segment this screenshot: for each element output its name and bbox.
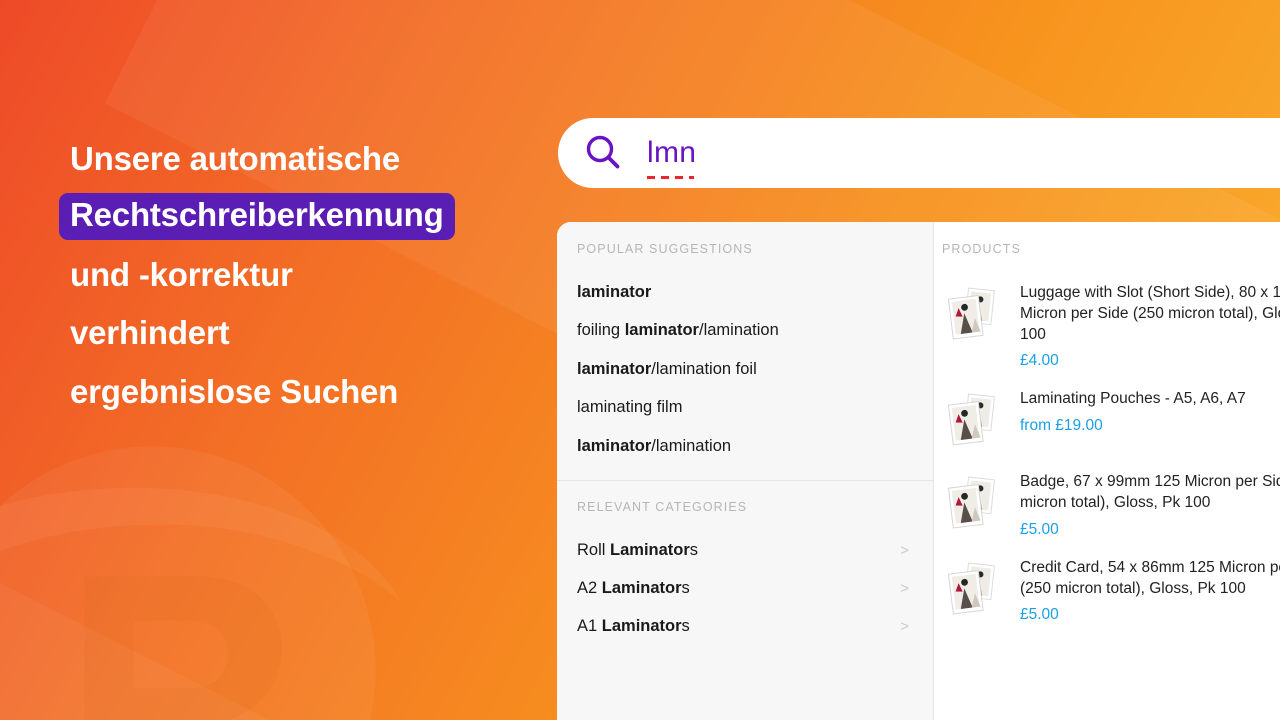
brand-watermark-r-logo (0, 446, 402, 720)
product-thumbnail-icon (947, 476, 995, 529)
category-match: Laminator (601, 579, 682, 598)
suggestion-match: laminator (577, 359, 652, 378)
product-info: Laminating Pouches - A5, A6, A7 from £19… (1004, 389, 1246, 435)
search-input-value: lmn (647, 136, 697, 169)
suggestion-item[interactable]: laminator/lamination (557, 428, 933, 466)
product-item[interactable]: Badge, 67 x 99mm 125 Micron per Side (25… (942, 463, 1280, 549)
products-list: Luggage with Slot (Short Side), 80 x 120… (934, 274, 1280, 634)
suggestion-prefix: foiling (577, 321, 625, 340)
headline-line-1: Unsere automatische (70, 140, 400, 177)
headline: Unsere automatische Rechtschreiberkennun… (59, 130, 540, 422)
product-item[interactable]: Luggage with Slot (Short Side), 80 x 120… (942, 274, 1280, 380)
suggestion-match: laminator (577, 436, 652, 455)
category-prefix: Roll (577, 541, 611, 560)
category-label: A2 Laminators (577, 579, 690, 598)
category-prefix: A1 (577, 617, 602, 636)
popular-suggestions-list: laminator foiling laminator/lamination l… (557, 274, 933, 466)
category-item-a2-laminators[interactable]: A2 Laminators > (557, 570, 933, 608)
promo-banner: Unsere automatische Rechtschreiberkennun… (0, 0, 1280, 720)
product-item[interactable]: Laminating Pouches - A5, A6, A7 from £19… (942, 380, 1280, 463)
suggestion-suffix: /lamination (651, 436, 732, 455)
category-match: Laminator (610, 541, 690, 560)
headline-line-5: ergebnislose Suchen (70, 373, 399, 411)
category-label: Roll Laminators (577, 541, 698, 560)
chevron-right-icon[interactable]: > (900, 542, 909, 559)
popular-suggestions-label: POPULAR SUGGESTIONS (577, 242, 753, 256)
products-column: PRODUCTS Luggage with Slot (Short Side),… (934, 222, 1280, 720)
search-icon[interactable] (583, 133, 623, 173)
headline-line-3: und -korrektur (70, 255, 293, 293)
search-suggestions-dropdown: POPULAR SUGGESTIONS laminator foiling la… (557, 222, 1280, 720)
search-input[interactable]: lmn (647, 136, 697, 179)
product-info: Credit Card, 54 x 86mm 125 Micron per Si… (1004, 558, 1280, 625)
product-price: £5.00 (1020, 606, 1059, 624)
product-title: Badge, 67 x 99mm 125 Micron per Side (25… (1020, 473, 1280, 512)
suggestion-suffix: /lamination foil (651, 359, 757, 378)
suggestion-match: laminator (624, 321, 699, 340)
suggestion-item[interactable]: laminator/lamination foil (557, 351, 933, 389)
product-price: £4.00 (1020, 352, 1059, 370)
headline-highlight-line: Rechtschreiberkennung (59, 192, 540, 240)
product-title: Credit Card, 54 x 86mm 125 Micron per Si… (1020, 558, 1280, 597)
product-price: £5.00 (1020, 520, 1059, 538)
chevron-right-icon[interactable]: > (900, 618, 909, 635)
search-bar[interactable]: lmn (558, 118, 1280, 188)
relevant-categories-section: RELEVANT CATEGORIES Roll Laminators > A2… (557, 481, 933, 646)
product-item[interactable]: Credit Card, 54 x 86mm 125 Micron per Si… (942, 549, 1280, 635)
category-item-a1-laminators[interactable]: A1 Laminators > (557, 608, 933, 646)
category-label: A1 Laminators (577, 617, 690, 636)
headline-line-4: verhindert (70, 314, 230, 352)
suggestion-suffix: /lamination (698, 321, 779, 340)
suggestion-prefix: laminating film (577, 398, 683, 417)
product-thumbnail-icon (947, 562, 995, 615)
product-title: Luggage with Slot (Short Side), 80 x 120… (1020, 284, 1280, 343)
relevant-categories-label: RELEVANT CATEGORIES (577, 500, 748, 515)
product-thumbnail-icon (947, 393, 995, 446)
category-item-roll-laminators[interactable]: Roll Laminators > (557, 532, 933, 570)
product-thumbnail-icon (947, 287, 995, 340)
product-title: Laminating Pouches - A5, A6, A7 (1020, 390, 1246, 408)
suggestions-column: POPULAR SUGGESTIONS laminator foiling la… (557, 222, 934, 720)
headline-highlight-text: Rechtschreiberkennung (59, 192, 455, 240)
product-info: Luggage with Slot (Short Side), 80 x 120… (1004, 283, 1280, 370)
category-suffix: s (681, 617, 690, 636)
category-prefix: A2 (577, 579, 602, 598)
suggestion-match: laminator (577, 283, 652, 301)
chevron-right-icon[interactable]: > (900, 580, 909, 597)
suggestion-item[interactable]: foiling laminator/lamination (557, 312, 933, 350)
product-info: Badge, 67 x 99mm 125 Micron per Side (25… (1004, 472, 1280, 539)
product-price: from £19.00 (1020, 417, 1103, 435)
products-label: PRODUCTS (942, 242, 1021, 256)
category-suffix: s (681, 579, 690, 598)
category-suffix: s (689, 541, 699, 560)
category-match: Laminator (601, 617, 682, 636)
spellcheck-underline-icon (647, 176, 695, 179)
suggestion-item[interactable]: laminator (557, 274, 933, 312)
suggestion-item[interactable]: laminating film (557, 389, 933, 427)
